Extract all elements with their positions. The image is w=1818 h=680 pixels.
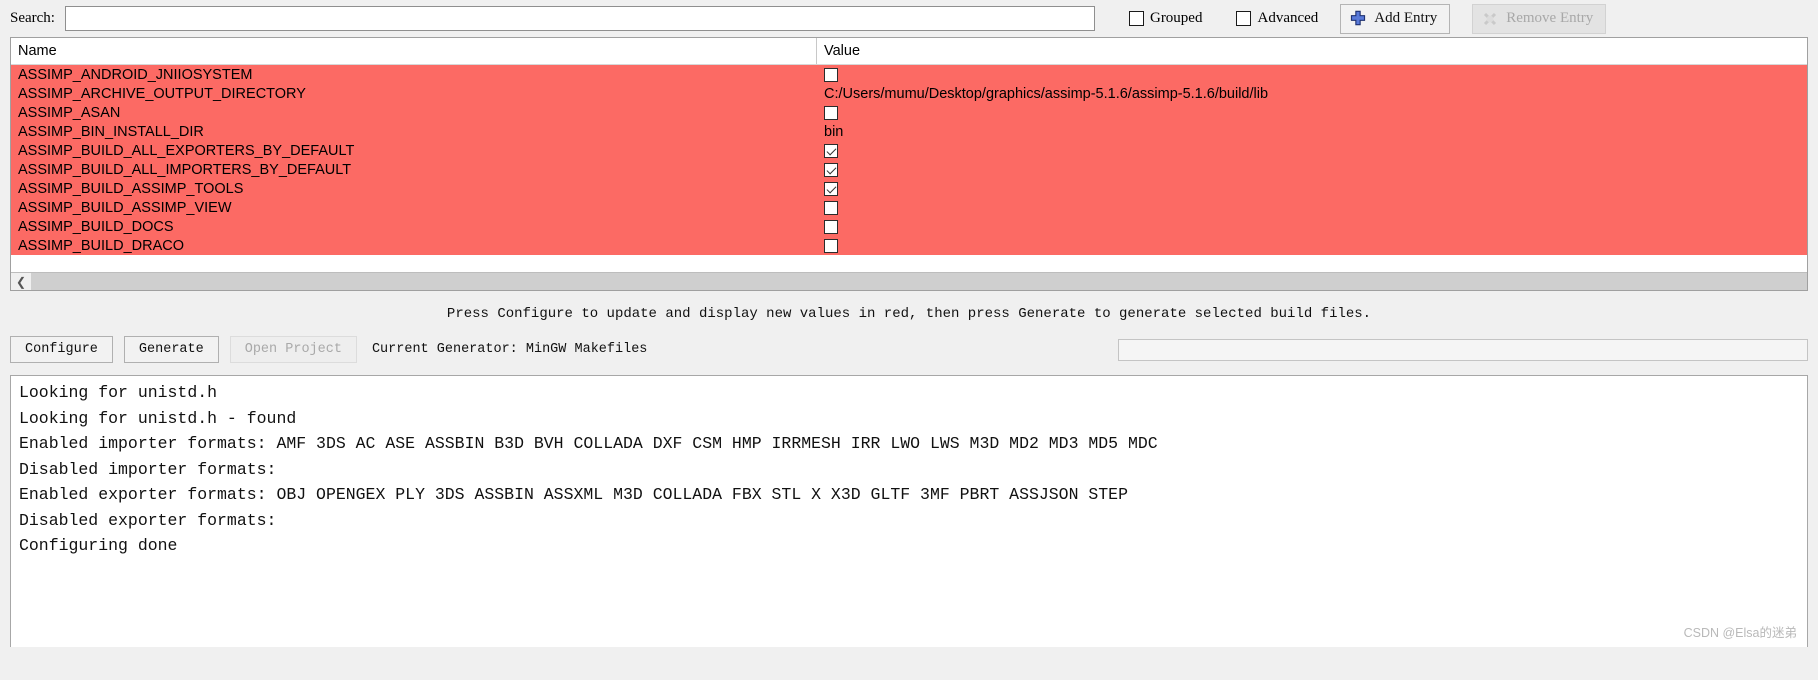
console-line: Disabled exporter formats: (19, 510, 277, 530)
table-horizontal-scrollbar[interactable]: ❮ (11, 272, 1807, 290)
cache-entry-name: ASSIMP_BUILD_ASSIMP_VIEW (18, 199, 232, 216)
current-generator-label: Current Generator: MinGW Makefiles (371, 342, 648, 357)
cache-entry-name: ASSIMP_BUILD_ALL_IMPORTERS_BY_DEFAULT (18, 161, 352, 178)
cache-entry-name: ASSIMP_BUILD_DOCS (18, 218, 174, 235)
remove-icon (1481, 10, 1499, 28)
action-bar: Configure Generate Open Project Current … (0, 336, 1818, 363)
table-row[interactable]: ASSIMP_BIN_INSTALL_DIR bin (11, 122, 1807, 141)
configure-button[interactable]: Configure (10, 336, 113, 363)
cache-entry-checkbox[interactable] (824, 181, 838, 196)
cache-entry-checkbox[interactable] (824, 67, 838, 82)
add-entry-label: Add Entry (1374, 10, 1438, 26)
remove-entry-label: Remove Entry (1506, 10, 1594, 26)
watermark: CSDN @Elsa的迷弟 (1683, 626, 1797, 640)
console-line: Enabled exporter formats: OBJ OPENGEX PL… (19, 485, 1128, 504)
advanced-checkbox-box[interactable] (1236, 11, 1252, 26)
cache-entry-value[interactable]: bin (817, 124, 1807, 140)
console-line: Looking for unistd.h - found (19, 408, 297, 428)
cache-table: Name Value ASSIMP_ANDROID_JNIIOSYSTEM ASS… (10, 37, 1808, 291)
toolbar: Search: Grouped Advanced Add Entry Remov… (0, 0, 1818, 37)
cache-entry-value[interactable] (817, 181, 1807, 196)
cache-entry-name: ASSIMP_BIN_INSTALL_DIR (18, 123, 204, 140)
cache-entry-value[interactable] (817, 67, 1807, 82)
table-row[interactable]: ASSIMP_ANDROID_JNIIOSYSTEM (11, 65, 1807, 84)
cache-entry-value[interactable] (817, 238, 1807, 253)
advanced-checkbox-label: Advanced (1257, 10, 1319, 26)
cache-entry-value[interactable] (817, 105, 1807, 120)
scrollbar-track[interactable] (31, 272, 1807, 290)
cache-entry-checkbox[interactable] (824, 200, 838, 215)
grouped-checkbox-label: Grouped (1149, 10, 1203, 26)
cache-entry-name: ASSIMP_BUILD_ASSIMP_TOOLS (18, 180, 244, 197)
cache-entry-checkbox[interactable] (824, 105, 838, 120)
cache-entry-name: ASSIMP_BUILD_ALL_EXPORTERS_BY_DEFAULT (18, 142, 355, 159)
cache-entry-value[interactable]: C:/Users/mumu/Desktop/graphics/assimp-5.… (817, 86, 1807, 102)
console-line: Enabled importer formats: AMF 3DS AC ASE… (19, 434, 1158, 453)
output-console[interactable]: Looking for unistd.h Looking for unistd.h… (10, 375, 1808, 647)
add-entry-button[interactable]: Add Entry (1340, 3, 1451, 34)
table-row[interactable]: ASSIMP_BUILD_ASSIMP_TOOLS (11, 179, 1807, 198)
search-label: Search: (10, 10, 55, 26)
table-row[interactable]: ASSIMP_BUILD_ALL_IMPORTERS_BY_DEFAULT (11, 160, 1807, 179)
cache-entry-name: ASSIMP_ANDROID_JNIIOSYSTEM (18, 66, 253, 83)
chevron-left-icon[interactable]: ❮ (11, 272, 31, 290)
progress-bar (1118, 338, 1808, 361)
cache-entry-value[interactable] (817, 162, 1807, 177)
table-row[interactable]: ASSIMP_BUILD_ALL_EXPORTERS_BY_DEFAULT (11, 141, 1807, 160)
plus-icon (1349, 10, 1367, 28)
cache-entry-value[interactable] (817, 219, 1807, 234)
search-input[interactable] (64, 6, 1095, 31)
table-row[interactable]: ASSIMP_BUILD_ASSIMP_VIEW (11, 198, 1807, 217)
cache-entry-name: ASSIMP_BUILD_DRACO (18, 237, 184, 254)
table-row[interactable]: ASSIMP_BUILD_DRACO (11, 236, 1807, 255)
generate-button[interactable]: Generate (123, 336, 219, 363)
console-line: Looking for unistd.h (19, 383, 218, 402)
cache-entry-value[interactable] (817, 143, 1807, 158)
cache-entry-value[interactable] (817, 200, 1807, 215)
column-header-value[interactable]: Value (817, 38, 1807, 64)
table-row[interactable]: ASSIMP_BUILD_DOCS (11, 217, 1807, 236)
table-header-row: Name Value (11, 38, 1807, 65)
grouped-checkbox[interactable]: Grouped (1128, 10, 1203, 27)
table-body: ASSIMP_ANDROID_JNIIOSYSTEM ASSIMP_ARCHIVE… (11, 65, 1807, 255)
console-line: Configuring done (19, 536, 178, 555)
console-line: Disabled importer formats: (19, 459, 277, 479)
cache-entry-checkbox[interactable] (824, 219, 838, 234)
cache-entry-name: ASSIMP_ASAN (18, 104, 121, 121)
configure-hint: Press Configure to update and display ne… (446, 306, 1372, 322)
cache-entry-text: bin (824, 123, 844, 140)
cache-entry-checkbox[interactable] (824, 162, 838, 177)
cache-entry-text: C:/Users/mumu/Desktop/graphics/assimp-5.… (824, 85, 1269, 102)
advanced-checkbox[interactable]: Advanced (1236, 10, 1318, 27)
remove-entry-button[interactable]: Remove Entry (1472, 3, 1607, 34)
table-row[interactable]: ASSIMP_ASAN (11, 103, 1807, 122)
column-header-name[interactable]: Name (11, 38, 817, 64)
cache-entry-checkbox[interactable] (824, 238, 838, 253)
table-row[interactable]: ASSIMP_ARCHIVE_OUTPUT_DIRECTORY C:/Users/… (11, 84, 1807, 103)
open-project-button[interactable]: Open Project (229, 336, 357, 363)
cache-entry-name: ASSIMP_ARCHIVE_OUTPUT_DIRECTORY (18, 85, 306, 102)
cache-entry-checkbox[interactable] (824, 143, 838, 158)
grouped-checkbox-box[interactable] (1128, 11, 1144, 26)
